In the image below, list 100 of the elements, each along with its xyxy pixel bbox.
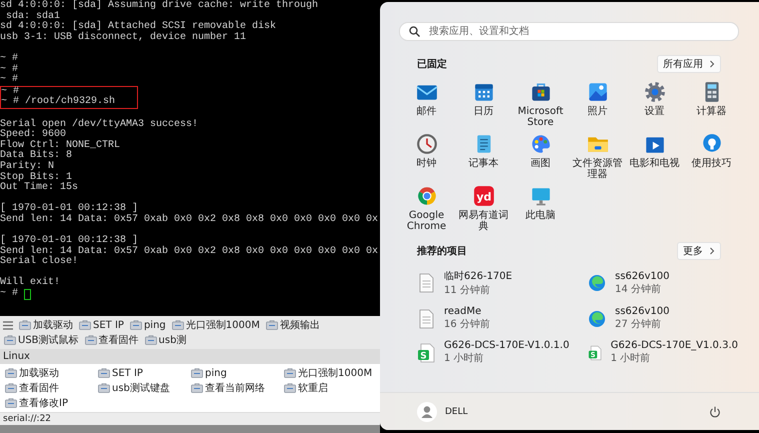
round-logo-icon bbox=[416, 185, 438, 207]
app-tile[interactable]: yd 网易有道词典 bbox=[455, 185, 512, 232]
app-tile[interactable]: 设置 bbox=[626, 81, 683, 128]
all-apps-button[interactable]: 所有应用 bbox=[657, 55, 721, 73]
app-tile[interactable]: Google Chrome bbox=[398, 185, 455, 232]
terminal-line: Speed: 9600 bbox=[0, 130, 66, 140]
command-button[interactable]: SET IP bbox=[78, 320, 125, 330]
terminal-line: sda: sda1 bbox=[6, 12, 60, 22]
status-bar: serial://:22 bbox=[0, 412, 380, 425]
terminal-line: [ 1970-01-01 00:12:38 ] bbox=[0, 236, 140, 246]
terminal-line: ~ # bbox=[0, 64, 20, 75]
terminal-line: Stop Bits: 1 bbox=[0, 172, 72, 182]
command-button[interactable]: ping bbox=[190, 366, 283, 380]
file-time: 1 小时前 bbox=[610, 352, 652, 365]
document-icon bbox=[417, 308, 435, 328]
briefcase-icon bbox=[98, 383, 110, 393]
browser-logo-icon bbox=[588, 308, 606, 328]
menu-icon[interactable] bbox=[3, 320, 13, 330]
command-button[interactable]: SET IP bbox=[97, 366, 190, 380]
briefcase-icon bbox=[130, 320, 142, 330]
briefcase-icon bbox=[5, 368, 17, 378]
document-icon bbox=[417, 273, 435, 293]
app-tile[interactable]: 照片 bbox=[569, 81, 626, 128]
command-button[interactable]: 软重启 bbox=[283, 381, 376, 395]
app-tile[interactable]: 画图 bbox=[512, 133, 569, 180]
command-button[interactable]: 加载驱动 bbox=[4, 366, 97, 380]
app-tile[interactable]: Microsoft Store bbox=[512, 81, 569, 128]
browser-logo-icon bbox=[588, 273, 606, 293]
file-name[interactable]: 临时626-170E bbox=[444, 269, 512, 283]
app-tile[interactable]: 时钟 bbox=[398, 133, 455, 180]
terminal-line: Data Bits: 8 bbox=[0, 151, 74, 162]
app-tile[interactable]: 计算器 bbox=[683, 81, 740, 128]
app-tile[interactable]: 使用技巧 bbox=[683, 133, 740, 180]
logo-icon: yd bbox=[472, 185, 494, 207]
command-button[interactable]: ping bbox=[128, 320, 167, 330]
terminal-line: Serial open /dev/ttyAMA3 success! bbox=[0, 120, 200, 130]
chevron-icon bbox=[709, 60, 715, 68]
terminal-line: ~ # bbox=[1, 86, 20, 97]
command-button[interactable]: 查看修改IP bbox=[4, 396, 97, 410]
file-time: 1 小时前 bbox=[444, 352, 485, 365]
file-time: 16 分钟前 bbox=[444, 318, 490, 331]
briefcase-icon bbox=[172, 320, 184, 330]
command-button[interactable]: usb测试键盘 bbox=[97, 381, 190, 395]
terminal-line: Send len: 14 Data: 0x57 0xab 0x0 0x2 0x8 0x0 0x0 0x0 0x0 0x0 0x bbox=[0, 246, 380, 257]
user-avatar-icon[interactable] bbox=[417, 402, 437, 422]
briefcase-icon bbox=[79, 320, 91, 330]
app-tile[interactable]: 日历 bbox=[455, 81, 512, 128]
app-tile[interactable]: 文件资源管理器 bbox=[569, 133, 626, 180]
palette-icon bbox=[530, 133, 552, 155]
more-button[interactable]: 更多 bbox=[677, 242, 721, 260]
terminal-line: Out Time: 15s bbox=[0, 183, 80, 194]
briefcase-icon bbox=[5, 383, 17, 393]
shopping-bag-icon bbox=[530, 81, 552, 103]
file-time: 14 分钟前 bbox=[615, 282, 662, 296]
file-name[interactable]: G626-DCS-170E_V1.0.3.0 bbox=[610, 340, 738, 351]
terminal-line: ~ # /root/ch9329.sh bbox=[1, 97, 116, 108]
briefcase-icon bbox=[191, 383, 203, 393]
briefcase-icon bbox=[84, 335, 97, 345]
app-tile[interactable]: 邮件 bbox=[398, 81, 455, 128]
app-tile[interactable]: 此电脑 bbox=[512, 185, 569, 232]
terminal-line: Parity: N bbox=[0, 162, 54, 172]
briefcase-icon bbox=[4, 335, 16, 345]
file-name[interactable]: ss626v100 bbox=[615, 306, 670, 317]
command-button[interactable]: 查看固件 bbox=[4, 381, 97, 395]
file-name[interactable]: G626-DCS-170E-V1.0.1.0 bbox=[444, 340, 570, 351]
command-button[interactable]: 视频输出 bbox=[264, 318, 321, 332]
search-field[interactable]: 搜索应用、设置和文档 bbox=[399, 22, 739, 41]
gear-icon bbox=[644, 81, 666, 103]
command-button[interactable]: 加载驱动 bbox=[18, 318, 74, 332]
power-icon[interactable] bbox=[709, 406, 721, 418]
command-button[interactable]: usb测 bbox=[144, 333, 188, 347]
app-tile[interactable]: 电影和电视 bbox=[626, 133, 683, 180]
terminal-line: sd 4:0:0:0: [sda] Assuming drive cache: write through bbox=[0, 1, 320, 11]
section-title: 推荐的项目 bbox=[417, 244, 467, 258]
briefcase-icon bbox=[5, 398, 17, 408]
file-time: 11 分钟前 bbox=[444, 284, 491, 297]
file-name[interactable]: ss626v100 bbox=[615, 270, 670, 282]
cursor-icon bbox=[24, 289, 32, 300]
file-name[interactable]: readMe bbox=[444, 306, 490, 317]
clock-icon bbox=[416, 133, 438, 155]
terminal-line: Send len: 14 Data: 0x57 0xab 0x0 0x2 0x8 0x8 0x0 0x0 0x0 0x0 0x bbox=[0, 214, 380, 226]
command-button[interactable]: 查看当前网络 bbox=[190, 381, 283, 395]
briefcase-icon bbox=[98, 368, 110, 378]
briefcase-icon bbox=[266, 320, 278, 330]
briefcase-icon bbox=[284, 368, 296, 378]
chevron-icon bbox=[709, 247, 715, 255]
command-button[interactable]: USB测试鼠标 bbox=[3, 333, 80, 347]
command-button[interactable]: 查看固件 bbox=[84, 333, 140, 347]
terminal-line: sd 4:0:0:0: [sda] Attached SCSI removable disk bbox=[0, 22, 278, 32]
section-title: 已固定 bbox=[417, 57, 447, 71]
command-button[interactable]: 光口强制1000M bbox=[170, 318, 261, 332]
picture-icon bbox=[586, 81, 608, 103]
user-name[interactable]: DELL bbox=[445, 406, 468, 416]
terminal-line: usb 3-1: USB disconnect, device number 11 bbox=[0, 32, 248, 44]
command-button[interactable]: 光口强制1000M bbox=[283, 366, 376, 380]
terminal-line: ~ # bbox=[0, 75, 20, 86]
app-tile[interactable]: 记事本 bbox=[455, 133, 512, 180]
briefcase-icon bbox=[19, 320, 31, 330]
terminal-line: Will exit! bbox=[0, 278, 62, 288]
briefcase-icon bbox=[284, 383, 296, 393]
